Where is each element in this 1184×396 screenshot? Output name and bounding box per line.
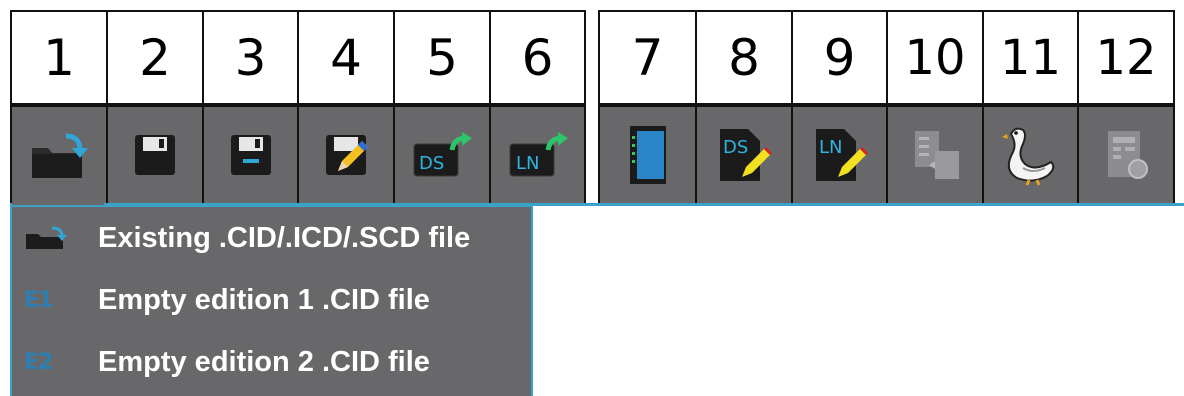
export-ds-button[interactable]: DS [393, 105, 491, 205]
number-label: 1 [10, 10, 108, 105]
number-label: 9 [791, 10, 888, 105]
save-as-icon [230, 135, 271, 175]
save-edit-button[interactable] [297, 105, 395, 205]
svg-text:LN: LN [819, 137, 843, 158]
number-header-group-a: 1 2 3 4 5 6 [10, 10, 586, 105]
number-label: 6 [489, 10, 586, 105]
export-ln-button[interactable]: LN [489, 105, 586, 205]
edit-ln-button[interactable]: LN [791, 105, 888, 205]
copy-button[interactable] [886, 105, 984, 205]
save-as-button[interactable] [202, 105, 299, 205]
number-label: 3 [202, 10, 299, 105]
folder-arrow-icon [24, 223, 80, 253]
menu-item-label: Empty edition 1 .CID file [98, 283, 430, 316]
number-label: 5 [393, 10, 491, 105]
number-label: 2 [106, 10, 204, 105]
number-label: 7 [598, 10, 697, 105]
number-label: 10 [886, 10, 984, 105]
edit-save-icon [326, 135, 368, 175]
export-ln-icon: LN [509, 132, 568, 177]
export-ds-icon: DS [413, 132, 472, 177]
svg-text:DS: DS [419, 153, 444, 174]
menu-item-empty-edition-2[interactable]: E2 Empty edition 2 .CID file [12, 331, 531, 393]
number-label: 11 [982, 10, 1079, 105]
goose-icon [1001, 127, 1054, 186]
svg-text:DS: DS [723, 137, 748, 158]
e2-icon: E2 [24, 349, 53, 375]
menu-item-label: Empty edition 2 .CID file [98, 345, 430, 378]
e1-icon: E1 [24, 287, 53, 313]
edit-ln-icon: LN [815, 129, 868, 181]
menu-item-existing-file[interactable]: Existing .CID/.ICD/.SCD file [12, 207, 531, 269]
menu-item-label: Existing .CID/.ICD/.SCD file [98, 221, 471, 254]
report-button[interactable] [1077, 105, 1175, 205]
report-disabled-icon [1108, 131, 1148, 179]
menu-item-empty-edition-1[interactable]: E1 Empty edition 1 .CID file [12, 269, 531, 331]
open-file-button[interactable] [10, 105, 108, 207]
toolbar-group-b: DS LN [598, 105, 1175, 205]
open-folder-arrow-icon [32, 133, 88, 178]
edit-ds-icon: DS [720, 129, 772, 181]
open-file-dropdown: Existing .CID/.ICD/.SCD file E1 Empty ed… [10, 205, 533, 396]
save-button[interactable] [106, 105, 204, 205]
edit-ds-button[interactable]: DS [695, 105, 793, 205]
number-label: 8 [695, 10, 793, 105]
toolbar-group-a: DS LN [10, 105, 586, 207]
goose-button[interactable] [982, 105, 1079, 205]
copy-disabled-icon [915, 131, 959, 179]
number-label: 4 [297, 10, 395, 105]
number-label: 12 [1077, 10, 1175, 105]
number-header-group-b: 7 8 9 10 11 12 [598, 10, 1175, 105]
device-button[interactable] [598, 105, 697, 205]
svg-text:LN: LN [516, 153, 540, 174]
device-panel-icon [629, 126, 666, 184]
save-icon [135, 135, 175, 175]
